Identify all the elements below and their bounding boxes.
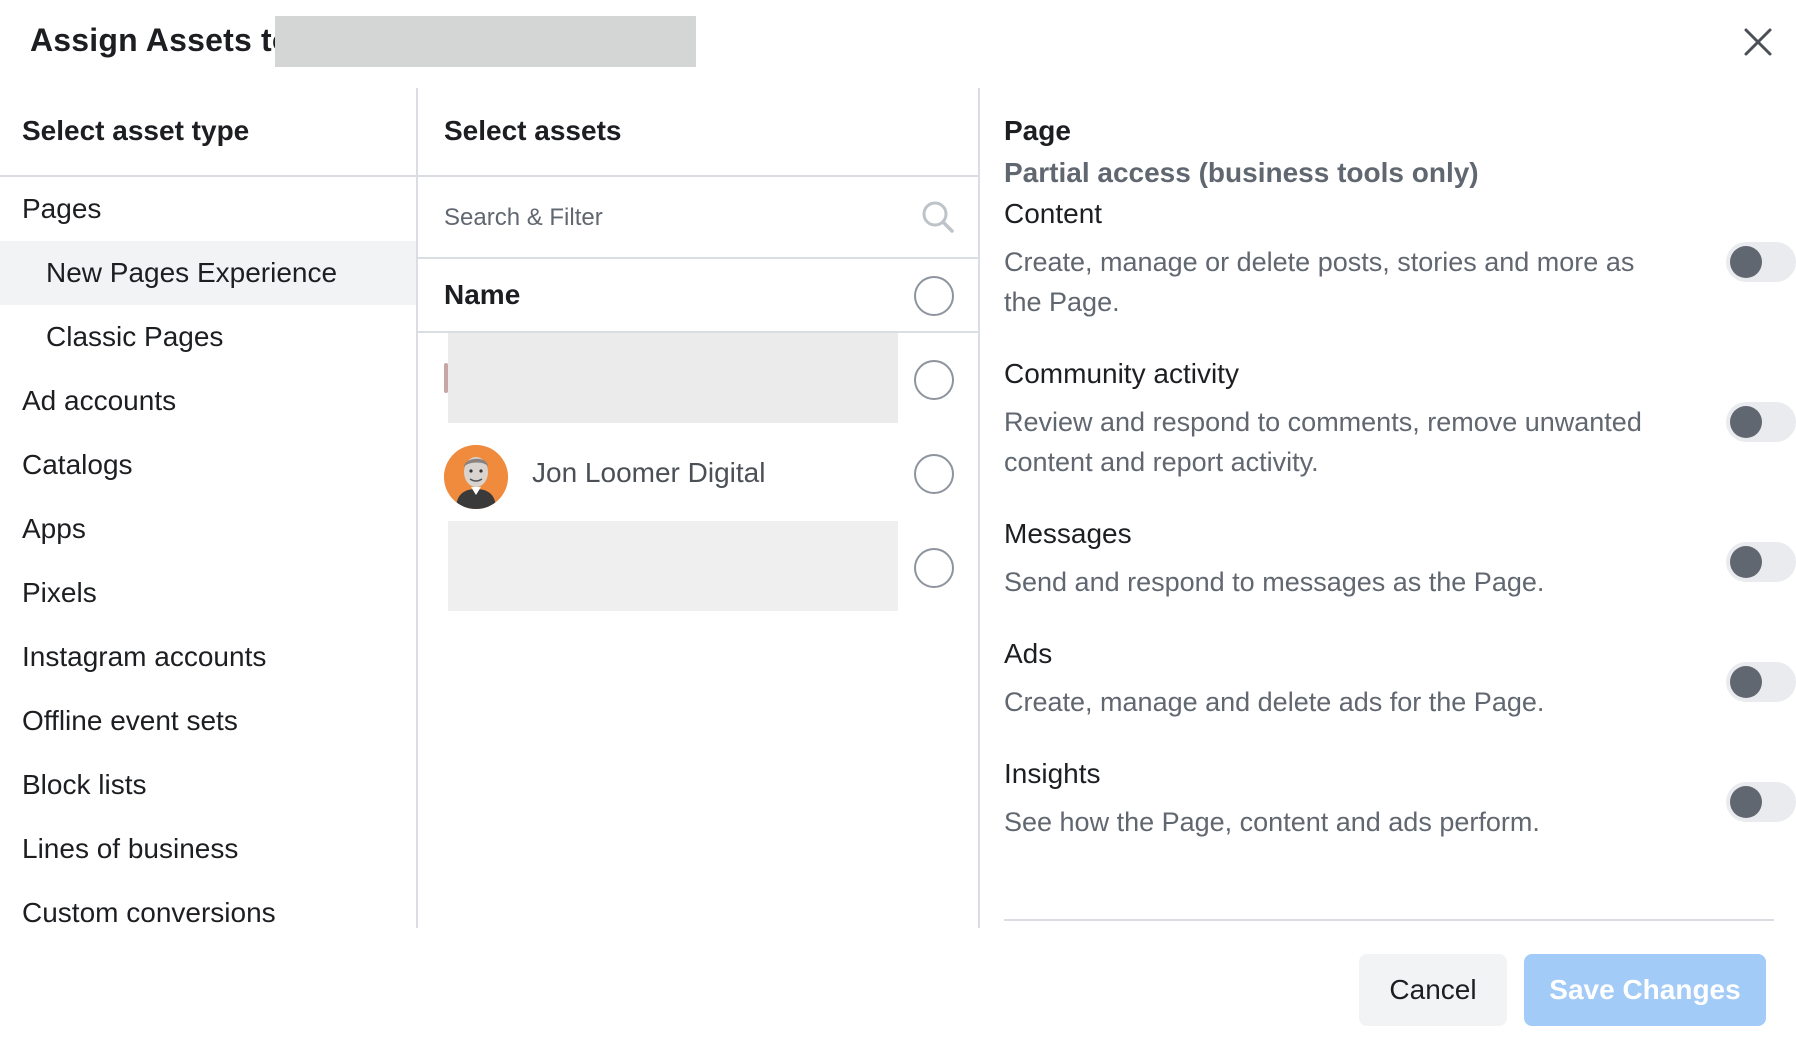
asset-type-catalogs[interactable]: Catalogs (0, 433, 416, 497)
dialog-title: Assign Assets to (30, 22, 292, 58)
permission-messages: Messages Send and respond to messages as… (1004, 518, 1796, 602)
asset-row[interactable] (418, 521, 978, 615)
search-icon (922, 201, 954, 233)
toggle-knob (1730, 546, 1762, 578)
permission-name: Insights (1004, 758, 1101, 789)
asset-type-header: Select asset type (0, 88, 416, 177)
asset-type-pages[interactable]: Pages (0, 177, 416, 241)
asset-type-block-lists[interactable]: Block lists (0, 753, 416, 817)
permission-description: Send and respond to messages as the Page… (1004, 567, 1545, 597)
permissions-title: Page (1004, 115, 1071, 146)
toggle-knob (1730, 406, 1762, 438)
asset-type-header-label: Select asset type (22, 115, 250, 146)
permission-ads: Ads Create, manage and delete ads for th… (1004, 638, 1796, 722)
ads-toggle[interactable] (1726, 662, 1796, 702)
messages-toggle[interactable] (1726, 542, 1796, 582)
toggle-knob (1730, 246, 1762, 278)
asset-name: Jon Loomer Digital (532, 457, 766, 488)
community-activity-toggle[interactable] (1726, 402, 1796, 442)
asset-row-jon-loomer-digital[interactable]: Jon Loomer Digital (418, 427, 978, 521)
asset-type-pixels[interactable]: Pixels (0, 561, 416, 625)
permission-name: Messages (1004, 518, 1132, 549)
permission-description: See how the Page, content and ads perfor… (1004, 807, 1540, 837)
permission-name: Content (1004, 198, 1103, 229)
toggle-knob (1730, 786, 1762, 818)
cancel-button[interactable]: Cancel (1359, 954, 1507, 1026)
search-button[interactable] (918, 197, 958, 237)
name-column-label: Name (444, 279, 521, 310)
asset-radio[interactable] (914, 548, 954, 588)
select-assets-column: Select assets Name (418, 88, 980, 928)
assign-assets-dialog: Assign Assets to Select asset type Pages… (0, 0, 1796, 1040)
redacted-asset (448, 521, 898, 611)
asset-radio[interactable] (914, 454, 954, 494)
asset-type-classic-pages[interactable]: Classic Pages (0, 305, 416, 369)
permission-description: Create, manage or delete posts, stories … (1004, 247, 1635, 317)
permission-insights: Insights See how the Page, content and a… (1004, 758, 1796, 842)
asset-type-instagram-accounts[interactable]: Instagram accounts (0, 625, 416, 689)
select-assets-header: Select assets (418, 88, 978, 177)
redacted-user-name (275, 16, 696, 67)
permission-content: Content Create, manage or delete posts, … (1004, 198, 1796, 322)
search-row (418, 177, 978, 259)
save-changes-button[interactable]: Save Changes (1524, 954, 1766, 1026)
asset-radio[interactable] (914, 360, 954, 400)
permissions-subtitle: Partial access (business tools only) (1004, 157, 1479, 188)
asset-type-column: Select asset type Pages New Pages Experi… (0, 88, 418, 928)
select-assets-header-label: Select assets (444, 115, 622, 146)
permission-name: Community activity (1004, 358, 1239, 389)
avatar (444, 445, 508, 509)
permissions-header: Page Partial access (business tools only… (980, 88, 1796, 189)
person-avatar-icon (444, 445, 508, 509)
content-toggle[interactable] (1726, 242, 1796, 282)
footer-divider (1004, 919, 1774, 921)
permission-community-activity: Community activity Review and respond to… (1004, 358, 1796, 482)
search-input[interactable] (444, 195, 914, 241)
permissions-column: Page Partial access (business tools only… (980, 88, 1796, 928)
permission-name: Ads (1004, 638, 1053, 669)
insights-toggle[interactable] (1726, 782, 1796, 822)
asset-type-new-pages-experience[interactable]: New Pages Experience (0, 241, 416, 305)
asset-type-apps[interactable]: Apps (0, 497, 416, 561)
close-icon (1744, 28, 1772, 56)
asset-type-custom-conversions[interactable]: Custom conversions (0, 881, 416, 945)
asset-type-offline-event-sets[interactable]: Offline event sets (0, 689, 416, 753)
dialog-header: Assign Assets to (0, 0, 1796, 84)
asset-type-lines-of-business[interactable]: Lines of business (0, 817, 416, 881)
name-column-header: Name (418, 259, 978, 333)
select-all-radio[interactable] (914, 276, 954, 316)
asset-type-list: Pages New Pages Experience Classic Pages… (0, 177, 416, 945)
redacted-asset (448, 333, 898, 423)
permission-description: Create, manage and delete ads for the Pa… (1004, 687, 1545, 717)
permission-description: Review and respond to comments, remove u… (1004, 407, 1642, 477)
asset-type-ad-accounts[interactable]: Ad accounts (0, 369, 416, 433)
close-button[interactable] (1736, 20, 1780, 64)
asset-row[interactable] (418, 333, 978, 427)
toggle-knob (1730, 666, 1762, 698)
